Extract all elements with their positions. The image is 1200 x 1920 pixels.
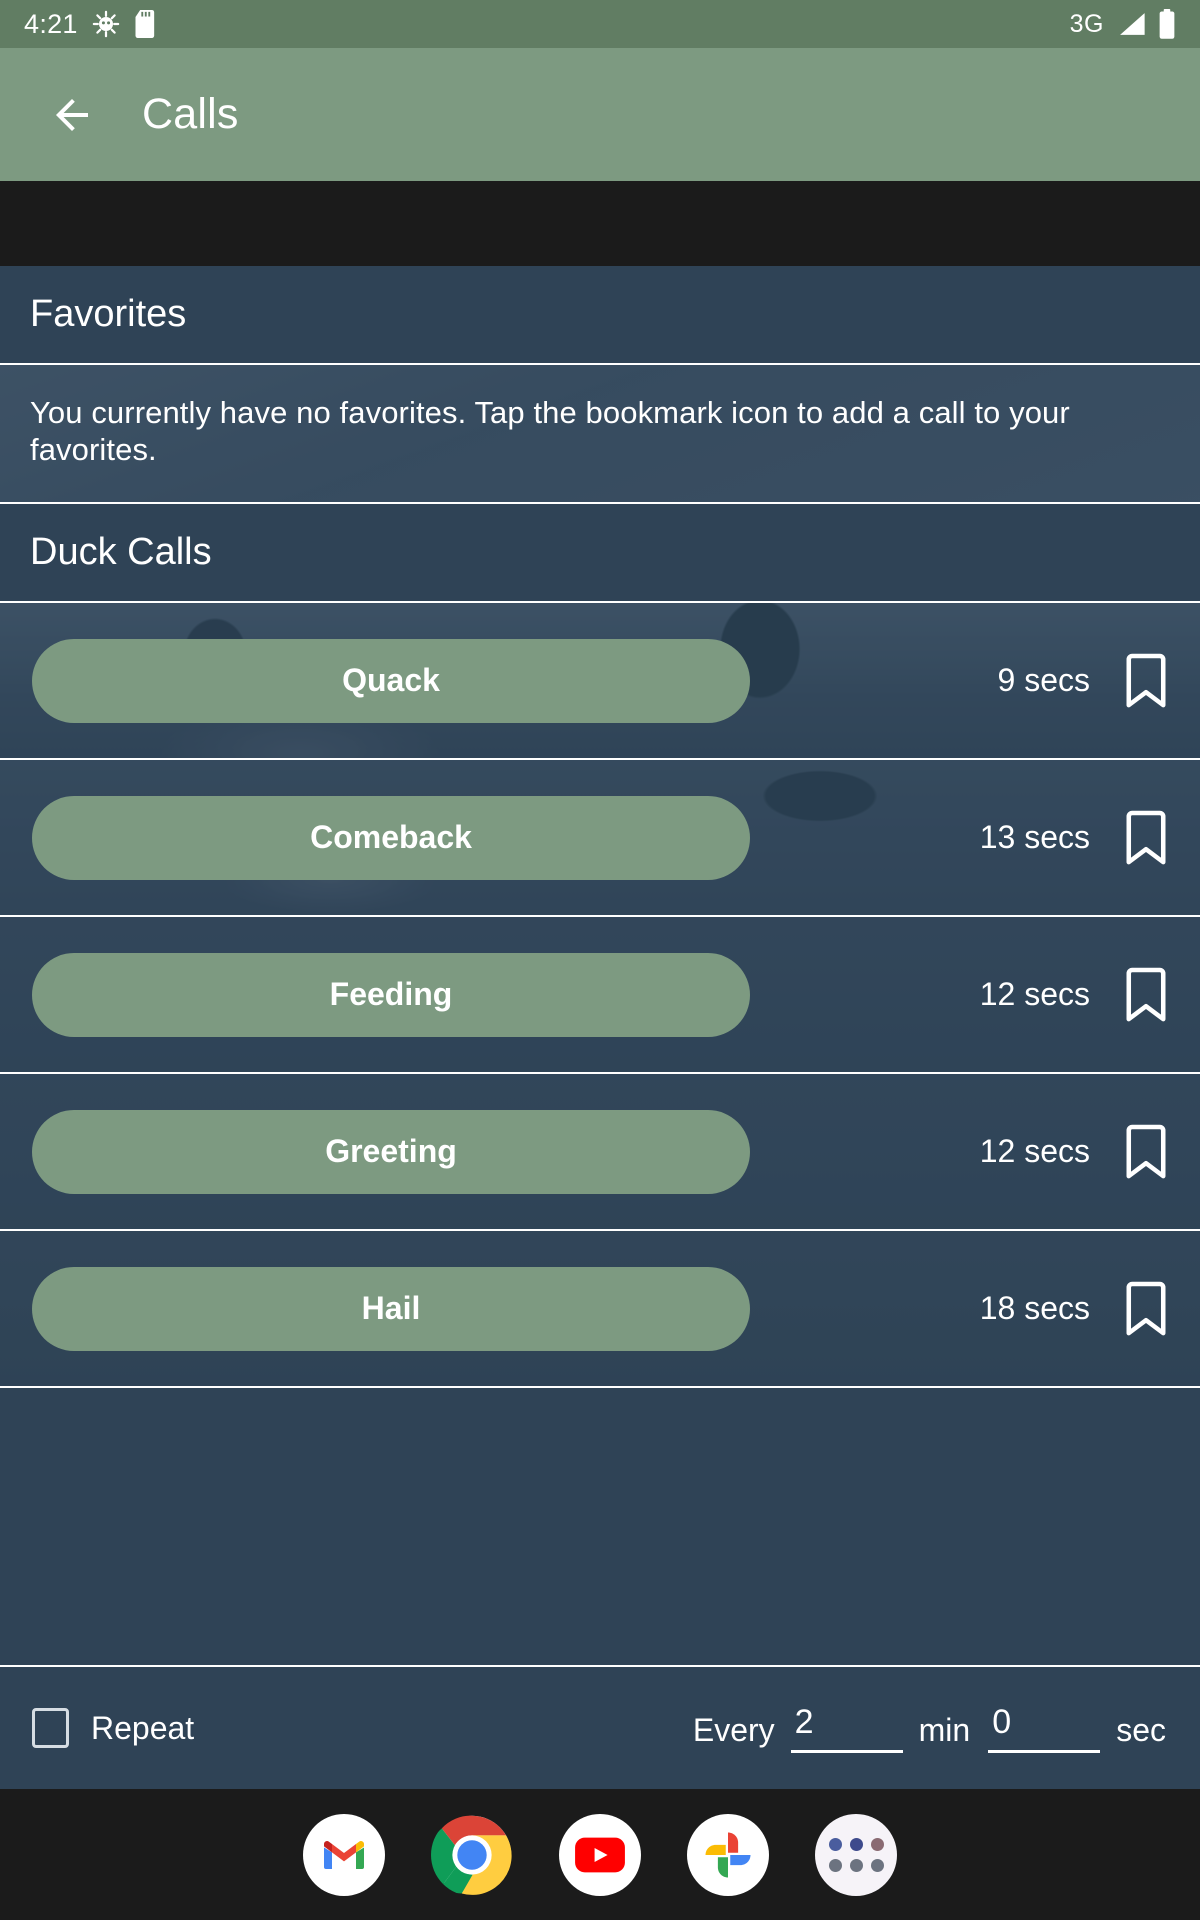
duck-calls-section-header: Duck Calls (0, 504, 1200, 604)
network-type-label: 3G (1069, 9, 1104, 38)
status-bar: 4:21 3G (0, 0, 1200, 48)
duck-calls-header-label: Duck Calls (30, 531, 212, 574)
repeat-bar: Repeat Every 2 min 0 sec (0, 1665, 1200, 1789)
call-row-meta: 12 secs (980, 963, 1174, 1027)
status-bar-left: 4:21 (24, 9, 158, 40)
youtube-icon[interactable] (559, 1813, 641, 1896)
bookmark-outline-icon[interactable] (1118, 963, 1174, 1027)
minutes-input[interactable]: 2 (790, 1703, 903, 1753)
arrow-back-icon (48, 91, 96, 139)
favorites-empty-message: You currently have no favorites. Tap the… (30, 395, 1070, 467)
main-content: Favorites You currently have no favorite… (0, 266, 1200, 1665)
call-duration: 9 secs (997, 662, 1090, 699)
call-row: Feeding 12 secs (0, 917, 1200, 1075)
call-row-meta: 12 secs (980, 1120, 1174, 1184)
call-row-meta: 13 secs (980, 806, 1174, 870)
call-row: Quack 9 secs (0, 603, 1200, 761)
gmail-icon[interactable] (303, 1813, 385, 1896)
status-bar-right: 3G (1070, 9, 1176, 39)
play-call-button[interactable]: Comeback (32, 795, 750, 880)
call-duration: 13 secs (979, 819, 1090, 856)
favorites-empty-state: You currently have no favorites. Tap the… (0, 365, 1200, 505)
call-row-meta: 9 secs (998, 649, 1174, 713)
repeat-toggle[interactable]: Repeat (32, 1708, 194, 1748)
play-call-button[interactable]: Feeding (32, 952, 750, 1037)
call-duration: 12 secs (979, 1133, 1090, 1170)
sd-card-icon (134, 10, 158, 38)
repeat-checkbox[interactable] (32, 1708, 69, 1748)
chrome-icon[interactable] (431, 1814, 513, 1896)
favorites-section-header: Favorites (0, 266, 1200, 365)
repeat-label: Repeat (91, 1709, 195, 1746)
back-button[interactable] (46, 89, 98, 141)
call-duration: 18 secs (979, 1290, 1090, 1327)
page-title: Calls (142, 90, 239, 138)
call-row: Comeback 13 secs (0, 760, 1200, 918)
minutes-unit-label: min (918, 1712, 971, 1748)
app-screen: 4:21 3G Calls Favorites You currently ha… (0, 0, 1200, 1920)
call-row-meta: 18 secs (980, 1277, 1174, 1341)
favorites-header-label: Favorites (30, 293, 187, 335)
call-row: Hail 18 secs (0, 1231, 1200, 1389)
bookmark-outline-icon[interactable] (1118, 649, 1174, 713)
android-debug-icon (92, 10, 120, 38)
signal-icon (1116, 11, 1146, 37)
ad-banner[interactable] (0, 181, 1200, 266)
call-row: Greeting 12 secs (0, 1074, 1200, 1232)
app-drawer-icon[interactable] (815, 1813, 897, 1896)
seconds-unit-label: sec (1116, 1712, 1166, 1748)
bookmark-outline-icon[interactable] (1118, 806, 1174, 870)
play-call-button[interactable]: Quack (32, 638, 750, 723)
system-dock (0, 1789, 1200, 1920)
battery-icon (1158, 9, 1176, 39)
call-duration: 12 secs (979, 976, 1090, 1013)
app-bar: Calls (0, 48, 1200, 181)
google-photos-icon[interactable] (687, 1813, 769, 1896)
status-bar-clock: 4:21 (24, 8, 78, 39)
every-label: Every (692, 1712, 775, 1748)
play-call-button[interactable]: Hail (32, 1266, 750, 1351)
repeat-interval-controls: Every 2 min 0 sec (693, 1703, 1166, 1753)
seconds-input[interactable]: 0 (988, 1703, 1101, 1753)
bookmark-outline-icon[interactable] (1118, 1120, 1174, 1184)
bookmark-outline-icon[interactable] (1118, 1277, 1174, 1341)
app-drawer-dots (828, 1837, 884, 1872)
play-call-button[interactable]: Greeting (32, 1109, 750, 1194)
